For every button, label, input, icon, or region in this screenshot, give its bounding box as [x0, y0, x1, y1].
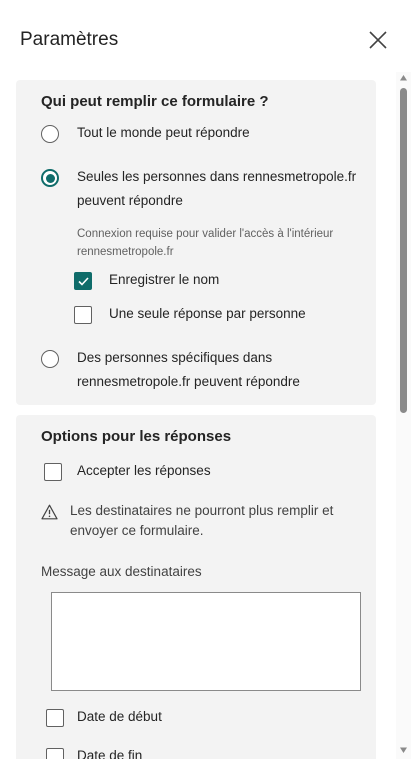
- who-can-fill-section: Qui peut remplir ce formulaire ? Tout le…: [16, 80, 376, 405]
- record-name-checkbox[interactable]: [74, 272, 92, 290]
- settings-scroll-area[interactable]: Qui peut remplir ce formulaire ? Tout le…: [0, 72, 396, 759]
- end-date-checkbox[interactable]: [46, 748, 64, 759]
- option-everyone-label: Tout le monde peut répondre: [77, 125, 250, 140]
- scroll-down-arrow-icon[interactable]: [399, 746, 408, 754]
- one-response-label: Une seule réponse par personne: [109, 306, 306, 321]
- login-required-hint: Connexion requise pour valider l'accès à…: [77, 228, 334, 258]
- checkmark-icon: [78, 277, 89, 286]
- radio-specific-people[interactable]: [41, 350, 59, 368]
- record-name-label: Enregistrer le nom: [109, 272, 220, 287]
- option-organization-label: Seules les personnes dans rennesmetropol…: [77, 169, 357, 208]
- warning-text: Les destinataires ne pourront plus rempl…: [70, 503, 334, 538]
- end-date-label: Date de fin: [77, 748, 143, 759]
- option-specific-people-label: Des personnes spécifiques dans rennesmet…: [77, 350, 300, 389]
- settings-panel: Paramètres Qui peut remplir ce formulair…: [0, 0, 411, 759]
- panel-title: Paramètres: [20, 29, 119, 50]
- response-options-title: Options pour les réponses: [41, 428, 232, 445]
- accept-responses-checkbox[interactable]: [44, 463, 62, 481]
- radio-everyone[interactable]: [41, 125, 59, 143]
- close-icon: [369, 31, 387, 49]
- close-button[interactable]: [362, 24, 394, 56]
- warning-icon: [41, 504, 58, 520]
- message-textarea[interactable]: [51, 592, 361, 691]
- who-can-fill-title: Qui peut remplir ce formulaire ?: [41, 93, 269, 110]
- start-date-checkbox[interactable]: [46, 709, 64, 727]
- one-response-checkbox[interactable]: [74, 306, 92, 324]
- scrollbar-thumb[interactable]: [400, 88, 407, 413]
- scroll-up-arrow-icon[interactable]: [399, 74, 408, 82]
- start-date-label: Date de début: [77, 709, 162, 724]
- response-options-section: Options pour les réponses Accepter les r…: [16, 415, 376, 759]
- radio-organization[interactable]: [41, 169, 59, 187]
- message-label: Message aux destinataires: [41, 564, 202, 579]
- accept-responses-label: Accepter les réponses: [77, 463, 211, 478]
